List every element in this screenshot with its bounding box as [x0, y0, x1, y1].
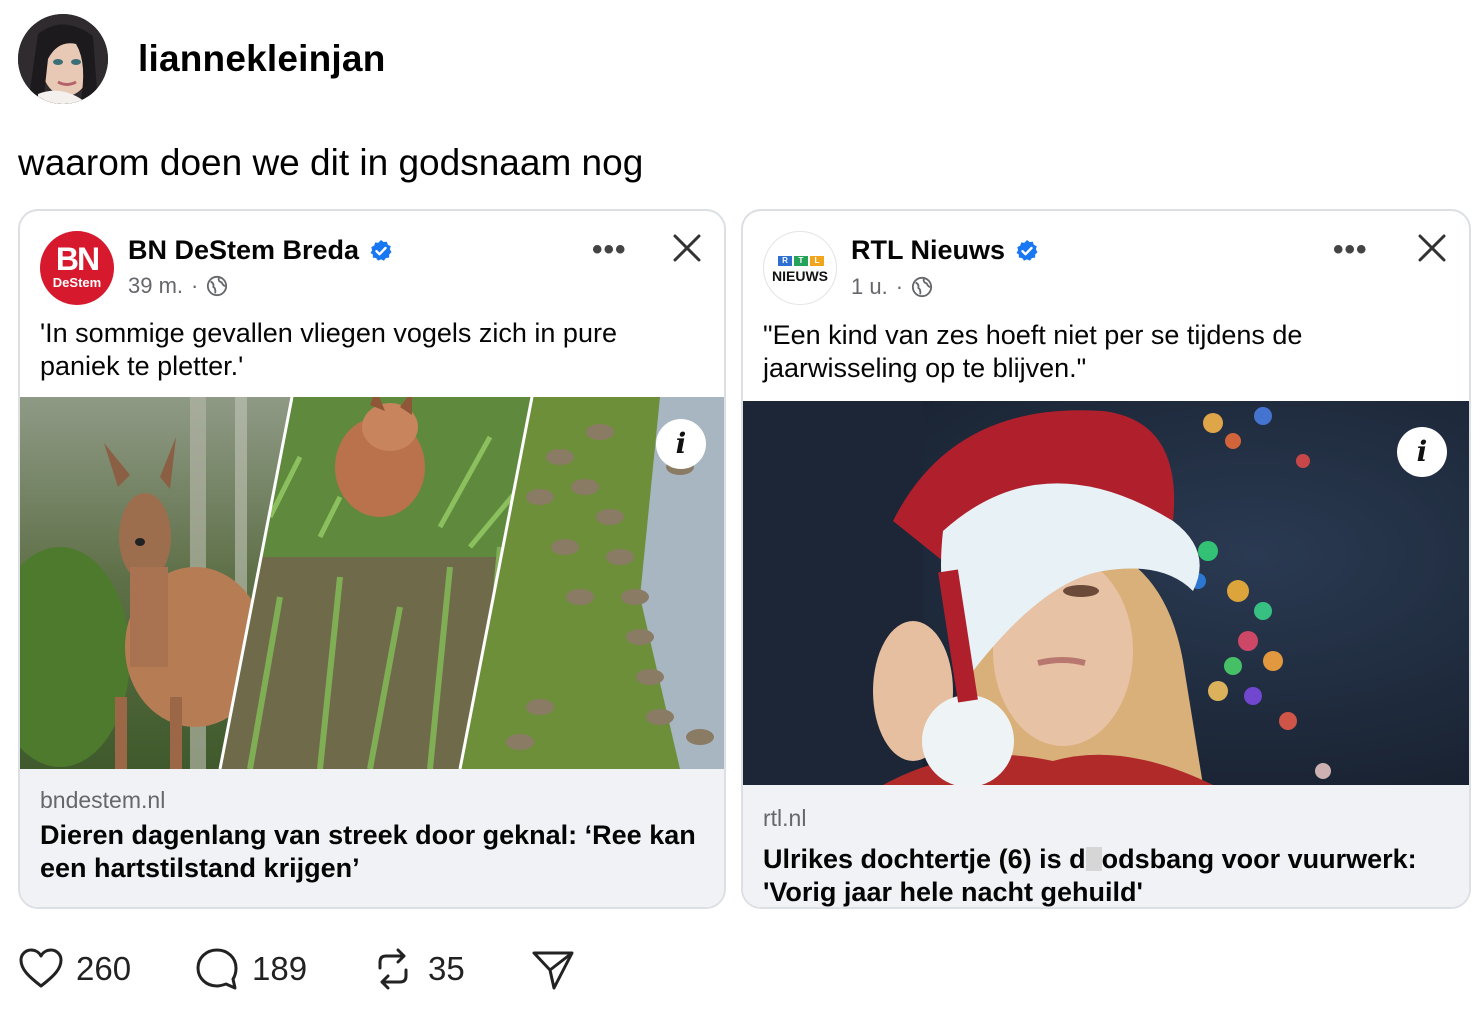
shared-post-card-bndestem[interactable]: BN DeStem BN DeStem Breda 39 m. · ••• 'I…	[18, 209, 726, 909]
username[interactable]: liannekleinjan	[138, 38, 386, 80]
globe-icon	[911, 276, 933, 298]
repost-count: 35	[428, 950, 465, 987]
repost-button[interactable]: 35	[370, 946, 530, 992]
separator: ·	[895, 274, 904, 299]
action-bar: 260 189 35	[18, 946, 576, 992]
logo-subtext: DeStem	[52, 275, 102, 290]
more-options-button[interactable]: •••	[592, 233, 627, 267]
shared-post-card-rtl[interactable]: R T L NIEUWS RTL Nieuws 1 u. · ••• "Een …	[741, 209, 1471, 909]
post-text: waarom doen we dit in godsnaam nog	[18, 142, 644, 183]
page-logo-rtl[interactable]: R T L NIEUWS	[763, 231, 837, 305]
share-button[interactable]	[530, 946, 576, 992]
headline-part2: odsbang voor vuurwerk:	[1101, 844, 1417, 874]
link-headline[interactable]: Ulrikes dochtertje (6) is d odsbang voor …	[763, 843, 1449, 907]
separator: ·	[191, 273, 199, 298]
post-time[interactable]: 1 u.	[851, 274, 888, 300]
link-preview[interactable]: bndestem.nl Dieren dagenlang van streek …	[20, 769, 724, 907]
headline-line2: 'Vorig jaar hele nacht gehuild'	[763, 877, 1143, 907]
link-preview[interactable]: rtl.nl Ulrikes dochtertje (6) is d odsban…	[743, 785, 1469, 907]
redaction-mark	[1085, 847, 1102, 871]
comment-button[interactable]: 189	[194, 946, 370, 992]
page-name-label[interactable]: BN DeStem Breda	[128, 235, 359, 266]
page-name-label[interactable]: RTL Nieuws	[851, 235, 1005, 266]
info-icon[interactable]: i	[1397, 427, 1447, 477]
like-count: 260	[76, 950, 132, 987]
logo-letter-t: T	[794, 256, 808, 266]
rtl-logo-blocks: R T L	[778, 256, 824, 266]
link-domain: rtl.nl	[763, 805, 807, 831]
page-name[interactable]: RTL Nieuws	[851, 235, 1039, 266]
post-caption: 'In sommige gevallen vliegen vogels zich…	[40, 318, 617, 381]
verified-icon	[1016, 239, 1038, 261]
logo-text: BN	[55, 241, 100, 277]
link-headline[interactable]: Dieren dagenlang van streek door geknal:…	[40, 819, 704, 885]
link-domain: bndestem.nl	[40, 787, 166, 813]
avatar[interactable]	[18, 14, 108, 104]
like-button[interactable]: 260	[18, 946, 194, 992]
info-icon[interactable]: i	[656, 419, 706, 469]
post-meta: 39 m. ·	[128, 273, 228, 299]
comment-count: 189	[252, 950, 308, 987]
verified-icon	[370, 239, 392, 261]
post-time[interactable]: 39 m.	[128, 273, 183, 299]
more-options-button[interactable]: •••	[1333, 233, 1368, 267]
post-caption: "Een kind van zes hoeft niet per se tijd…	[763, 320, 1303, 383]
logo-letter-l: L	[810, 256, 824, 266]
article-image[interactable]: i	[743, 401, 1469, 785]
close-icon[interactable]	[670, 231, 704, 265]
post-meta: 1 u. ·	[851, 274, 933, 300]
heart-icon	[19, 948, 63, 988]
repost-icon	[378, 948, 408, 990]
headline-part1: Ulrikes dochtertje (6) is d	[763, 844, 1086, 874]
page-logo-bndestem[interactable]: BN DeStem	[40, 231, 114, 305]
close-icon[interactable]	[1415, 231, 1449, 265]
logo-letter-r: R	[778, 256, 792, 266]
article-image[interactable]: i	[20, 397, 724, 769]
globe-icon	[207, 275, 228, 297]
logo-subtext: NIEUWS	[772, 268, 828, 284]
share-icon	[532, 951, 574, 990]
page-name[interactable]: BN DeStem Breda	[128, 235, 393, 266]
comment-icon	[196, 948, 238, 990]
